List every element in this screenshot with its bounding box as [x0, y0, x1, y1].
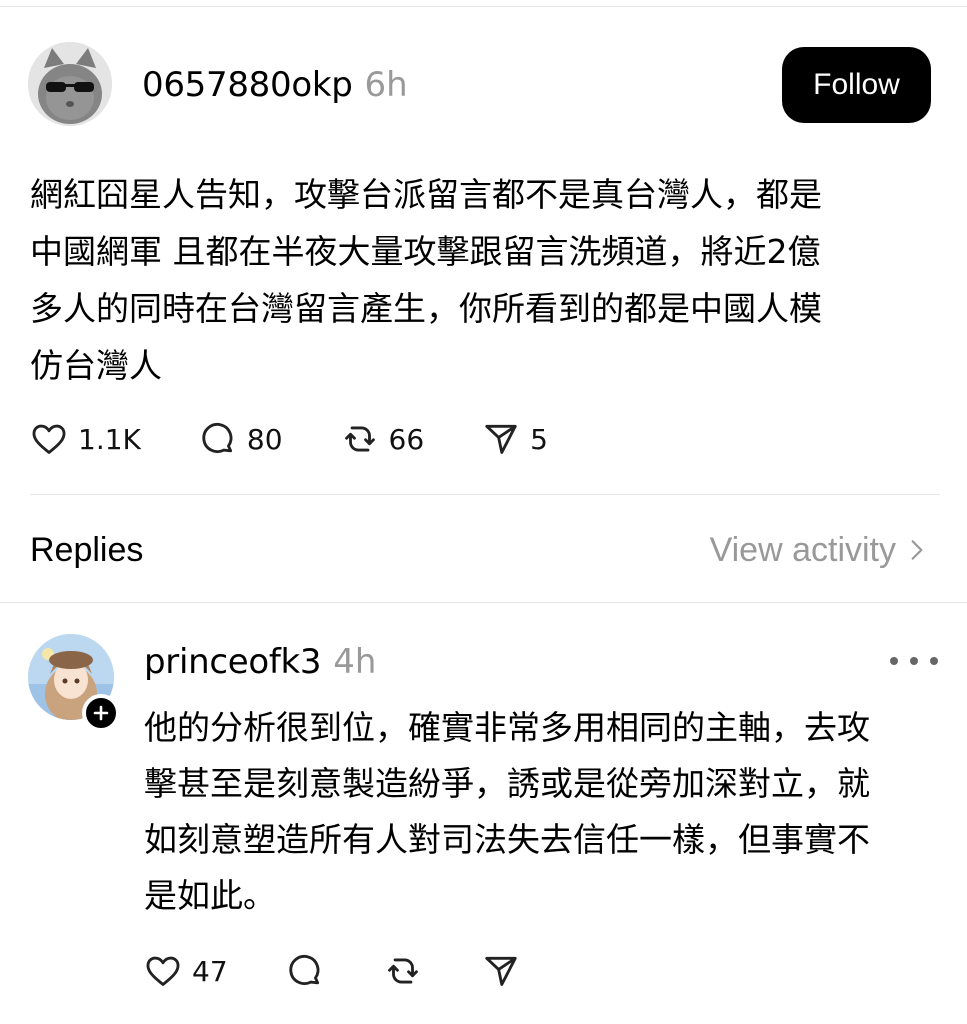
comment-button[interactable]: 80 — [199, 420, 283, 458]
send-icon — [485, 956, 517, 986]
share-count: 5 — [530, 422, 548, 456]
divider — [0, 602, 967, 603]
view-activity-link[interactable]: View activity — [710, 531, 930, 570]
post-action-bar: 1.1K 80 66 5 — [30, 418, 606, 460]
comment-count: 80 — [246, 422, 283, 456]
reply-timestamp: 4h — [333, 642, 377, 682]
send-icon — [485, 424, 517, 454]
share-button[interactable]: 5 — [482, 420, 548, 458]
heart-icon — [32, 424, 66, 454]
reply-header: princeofk3 4h — [144, 640, 376, 684]
repost-button[interactable]: 66 — [341, 420, 425, 458]
reply-text: 他的分析很到位，確實非常多用相同的主軸，去攻 擊甚至是刻意製造紛爭，誘或是從旁加… — [144, 708, 870, 915]
dot — [930, 657, 938, 665]
heart-icon — [146, 956, 180, 986]
reply-action-bar: 47 — [144, 950, 520, 992]
reply-repost-button[interactable] — [384, 952, 482, 990]
divider — [30, 494, 940, 495]
more-dots-icon[interactable] — [890, 646, 938, 676]
replies-header: Replies View activity — [30, 527, 930, 573]
reply-username[interactable]: princeofk3 — [144, 642, 322, 682]
post-header: 0657880okp 6h — [142, 62, 408, 108]
plus-icon — [93, 705, 109, 721]
dot — [890, 657, 898, 665]
follow-plus-badge[interactable] — [82, 694, 120, 732]
post-author-avatar[interactable] — [28, 42, 112, 126]
chevron-right-icon — [911, 540, 923, 560]
repost-icon — [388, 958, 418, 984]
post-username[interactable]: 0657880okp — [142, 65, 353, 105]
replies-title: Replies — [30, 530, 144, 569]
reply-like-count: 47 — [192, 954, 228, 988]
like-button[interactable]: 1.1K — [30, 420, 141, 458]
view-activity-label: View activity — [709, 530, 896, 569]
comment-bubble-icon — [289, 954, 320, 986]
reply-comment-button[interactable] — [286, 952, 384, 990]
reply-like-button[interactable]: 47 — [144, 952, 286, 990]
like-count: 1.1K — [78, 422, 141, 456]
reply-share-button[interactable] — [482, 952, 520, 990]
follow-button[interactable]: Follow — [782, 47, 931, 123]
repost-icon — [344, 426, 375, 452]
comment-bubble-icon — [202, 422, 233, 454]
post-text: 網紅囧星人告知，攻擊台派留言都不是真台灣人，都是 中國網軍 且都在半夜大量攻擊跟… — [30, 175, 822, 385]
cat-sunglasses-avatar-image — [28, 42, 112, 126]
top-divider — [0, 6, 967, 7]
repost-count: 66 — [388, 422, 425, 456]
post-timestamp: 6h — [364, 65, 408, 105]
dot — [910, 657, 918, 665]
